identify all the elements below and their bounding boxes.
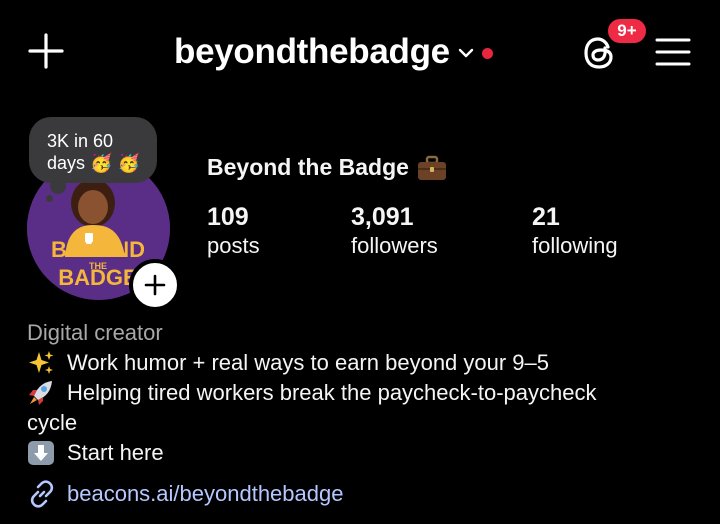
display-name: Beyond the Badge xyxy=(207,154,447,181)
bio: Work humor + real ways to earn beyond yo… xyxy=(27,348,687,468)
briefcase-icon xyxy=(417,155,446,180)
add-story-button[interactable] xyxy=(129,259,181,311)
bio-line-text: Helping tired workers break the paycheck… xyxy=(67,380,597,405)
avatar-logo-line1: BEYOND xyxy=(51,237,145,262)
followers-value: 3,091 xyxy=(351,203,414,231)
notification-count-badge[interactable]: 9+ xyxy=(605,16,649,46)
bio-line-text: Work humor + real ways to earn beyond yo… xyxy=(67,350,550,375)
bio-line-text: Start here xyxy=(67,440,164,465)
chevron-down-icon xyxy=(458,48,474,58)
bio-line-continuation-text: cycle xyxy=(27,410,78,435)
create-plus-icon[interactable] xyxy=(28,33,64,69)
down-arrow-icon xyxy=(27,438,67,468)
posts-value: 109 xyxy=(207,203,249,231)
profile-category: Digital creator xyxy=(27,320,163,345)
account-switcher[interactable]: beyondthebadge xyxy=(174,28,493,76)
bio-line: Helping tired workers break the paycheck… xyxy=(27,378,687,408)
following-value: 21 xyxy=(532,203,560,231)
following-label: following xyxy=(532,233,618,258)
profile-note-bubble[interactable]: 3K in 60 days 🥳 🥳 xyxy=(29,117,157,183)
sparkles-icon xyxy=(27,348,67,378)
avatar-logo-line3: BADGE xyxy=(58,265,137,290)
profile-screen: beyondthebadge 9+ BEYOND THE BADGE 3K in… xyxy=(0,0,720,524)
bio-line: Work humor + real ways to earn beyond yo… xyxy=(27,348,687,378)
rocket-icon xyxy=(27,378,67,408)
posts-label: posts xyxy=(207,233,260,258)
plus-icon xyxy=(144,274,166,296)
display-name-text: Beyond the Badge xyxy=(207,154,409,180)
bio-link[interactable]: beacons.ai/beyondthebadge xyxy=(27,479,343,509)
link-icon xyxy=(30,480,54,508)
bio-line-continuation: cycle xyxy=(27,408,687,438)
posts-count[interactable]: 109 posts xyxy=(207,203,260,261)
followers-label: followers xyxy=(351,233,438,258)
following-count[interactable]: 21 following xyxy=(532,203,618,261)
bio-line: Start here xyxy=(27,438,687,468)
note-bubble-tail-dot xyxy=(46,195,53,202)
profile-username: beyondthebadge xyxy=(174,32,450,71)
followers-count[interactable]: 3,091 followers xyxy=(351,203,438,261)
hamburger-menu-icon[interactable] xyxy=(655,37,691,67)
red-dot-icon xyxy=(481,47,493,59)
bio-link-text: beacons.ai/beyondthebadge xyxy=(67,481,344,506)
party-face-emoji-icon: 🥳 🥳 xyxy=(90,153,140,173)
